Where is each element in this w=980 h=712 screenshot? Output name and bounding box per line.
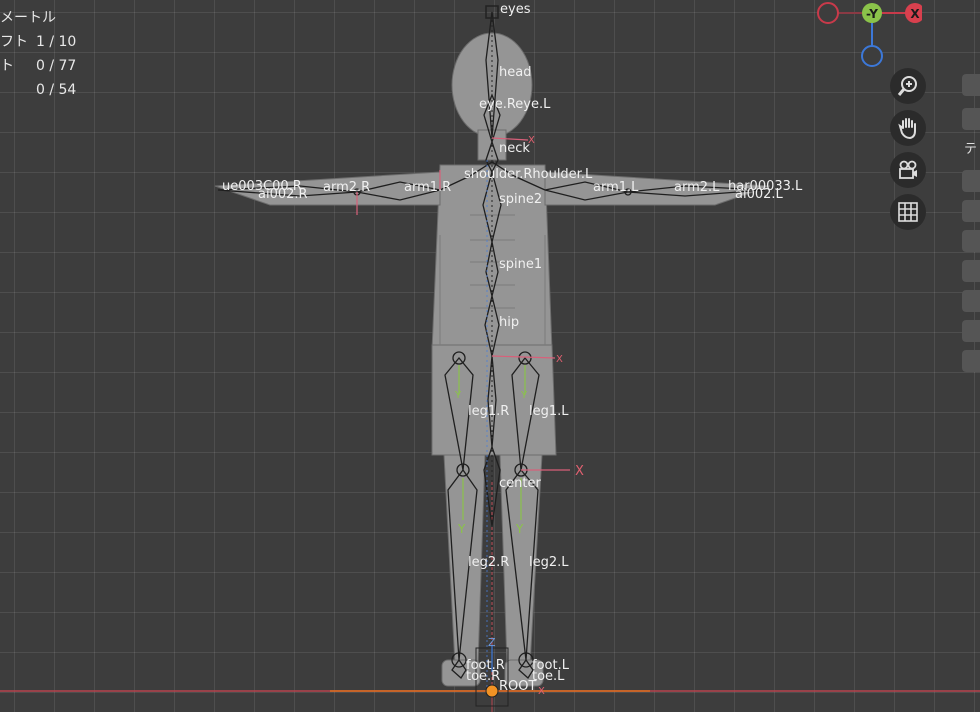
sidebar-tab-9[interactable]: [962, 350, 980, 372]
axis-label-z: Z: [488, 636, 496, 649]
axis-label-x-large: X: [575, 464, 584, 479]
camera-view-button[interactable]: [890, 152, 926, 188]
bone-label-toe-r: toe.R: [466, 669, 500, 684]
sidebar-tab-2[interactable]: [962, 108, 980, 130]
sidebar-tab-8[interactable]: [962, 320, 980, 342]
gizmo-neg-y-label: -Y: [866, 7, 878, 21]
hand-icon: [898, 118, 916, 140]
axis-label-y-leg2r: Y: [457, 522, 466, 536]
sidebar-tab-3[interactable]: [962, 170, 980, 192]
bone-label-root: ROOT: [499, 679, 536, 694]
gizmo-pos-x-label: X: [910, 7, 920, 21]
sidebar-tab-1[interactable]: [962, 74, 980, 96]
bone-label-arm2-l: arm2.L: [674, 180, 720, 195]
gizmo-neg-x[interactable]: [817, 2, 839, 24]
axis-label-y-leg2l: Y: [515, 522, 524, 536]
axis-label-x: X: [556, 354, 563, 365]
bone-label-arm1-r: arm1.R: [404, 180, 451, 195]
origin-point: [485, 684, 499, 698]
camera-icon: [899, 160, 917, 179]
sidebar-text-tab[interactable]: テ: [964, 138, 977, 157]
right-sidebar-tabs: [962, 0, 980, 712]
bone-label-head: head: [499, 65, 531, 80]
bone-label-leg2-r: leg2.R: [468, 555, 509, 570]
sidebar-tab-6[interactable]: [962, 260, 980, 282]
sidebar-tab-5[interactable]: [962, 230, 980, 252]
bone-label-spine2: spine2: [499, 192, 542, 207]
bone-label-ai002-l: ai002.L: [735, 187, 784, 202]
navigation-gizmo[interactable]: -Y X: [812, 0, 922, 70]
bone-label-spine1: spine1: [499, 257, 542, 272]
zoom-button[interactable]: [890, 68, 926, 104]
bone-label-leg1-l: leg1.L: [529, 404, 569, 419]
grid-icon: [898, 202, 918, 222]
sidebar-tab-7[interactable]: [962, 290, 980, 312]
bone-label-arm2-r: arm2.R: [323, 180, 370, 195]
bone-label-eyes: eyes: [500, 2, 531, 17]
axis-label-y-leg1r: Y: [454, 390, 462, 401]
bone-label-leg1-r: leg1.R: [468, 404, 509, 419]
pan-button[interactable]: [890, 110, 926, 146]
axis-label-y-leg1l: Y: [520, 390, 528, 401]
bone-label-toe-l: toe.L: [532, 669, 565, 684]
bone-label-neck: neck: [499, 141, 530, 156]
gizmo-z[interactable]: [861, 45, 883, 67]
bone-label-ai002-r: ai002.R: [258, 187, 308, 202]
axis-label-x-root: X: [538, 686, 545, 697]
scene-canvas: X X X X Y Y Y Y Z eyes head eye.Reye.L n…: [0, 2, 980, 712]
bone-label-shoulder: shoulder.Rhoulder.L: [464, 167, 593, 182]
sidebar-tab-4[interactable]: [962, 200, 980, 222]
bone-label-arm1-l: arm1.L: [593, 180, 639, 195]
3d-viewport[interactable]: メートル フト 1 / 10 ト0 / 77 0 / 54 X X X X Y …: [0, 0, 980, 712]
zoom-icon: [897, 76, 917, 96]
bone-label-eye: eye.Reye.L: [479, 97, 551, 112]
bone-label-leg2-l: leg2.L: [529, 555, 569, 570]
bone-label-center: center: [499, 476, 541, 491]
perspective-toggle-button[interactable]: [890, 194, 926, 230]
bone-label-hip: hip: [499, 315, 519, 330]
